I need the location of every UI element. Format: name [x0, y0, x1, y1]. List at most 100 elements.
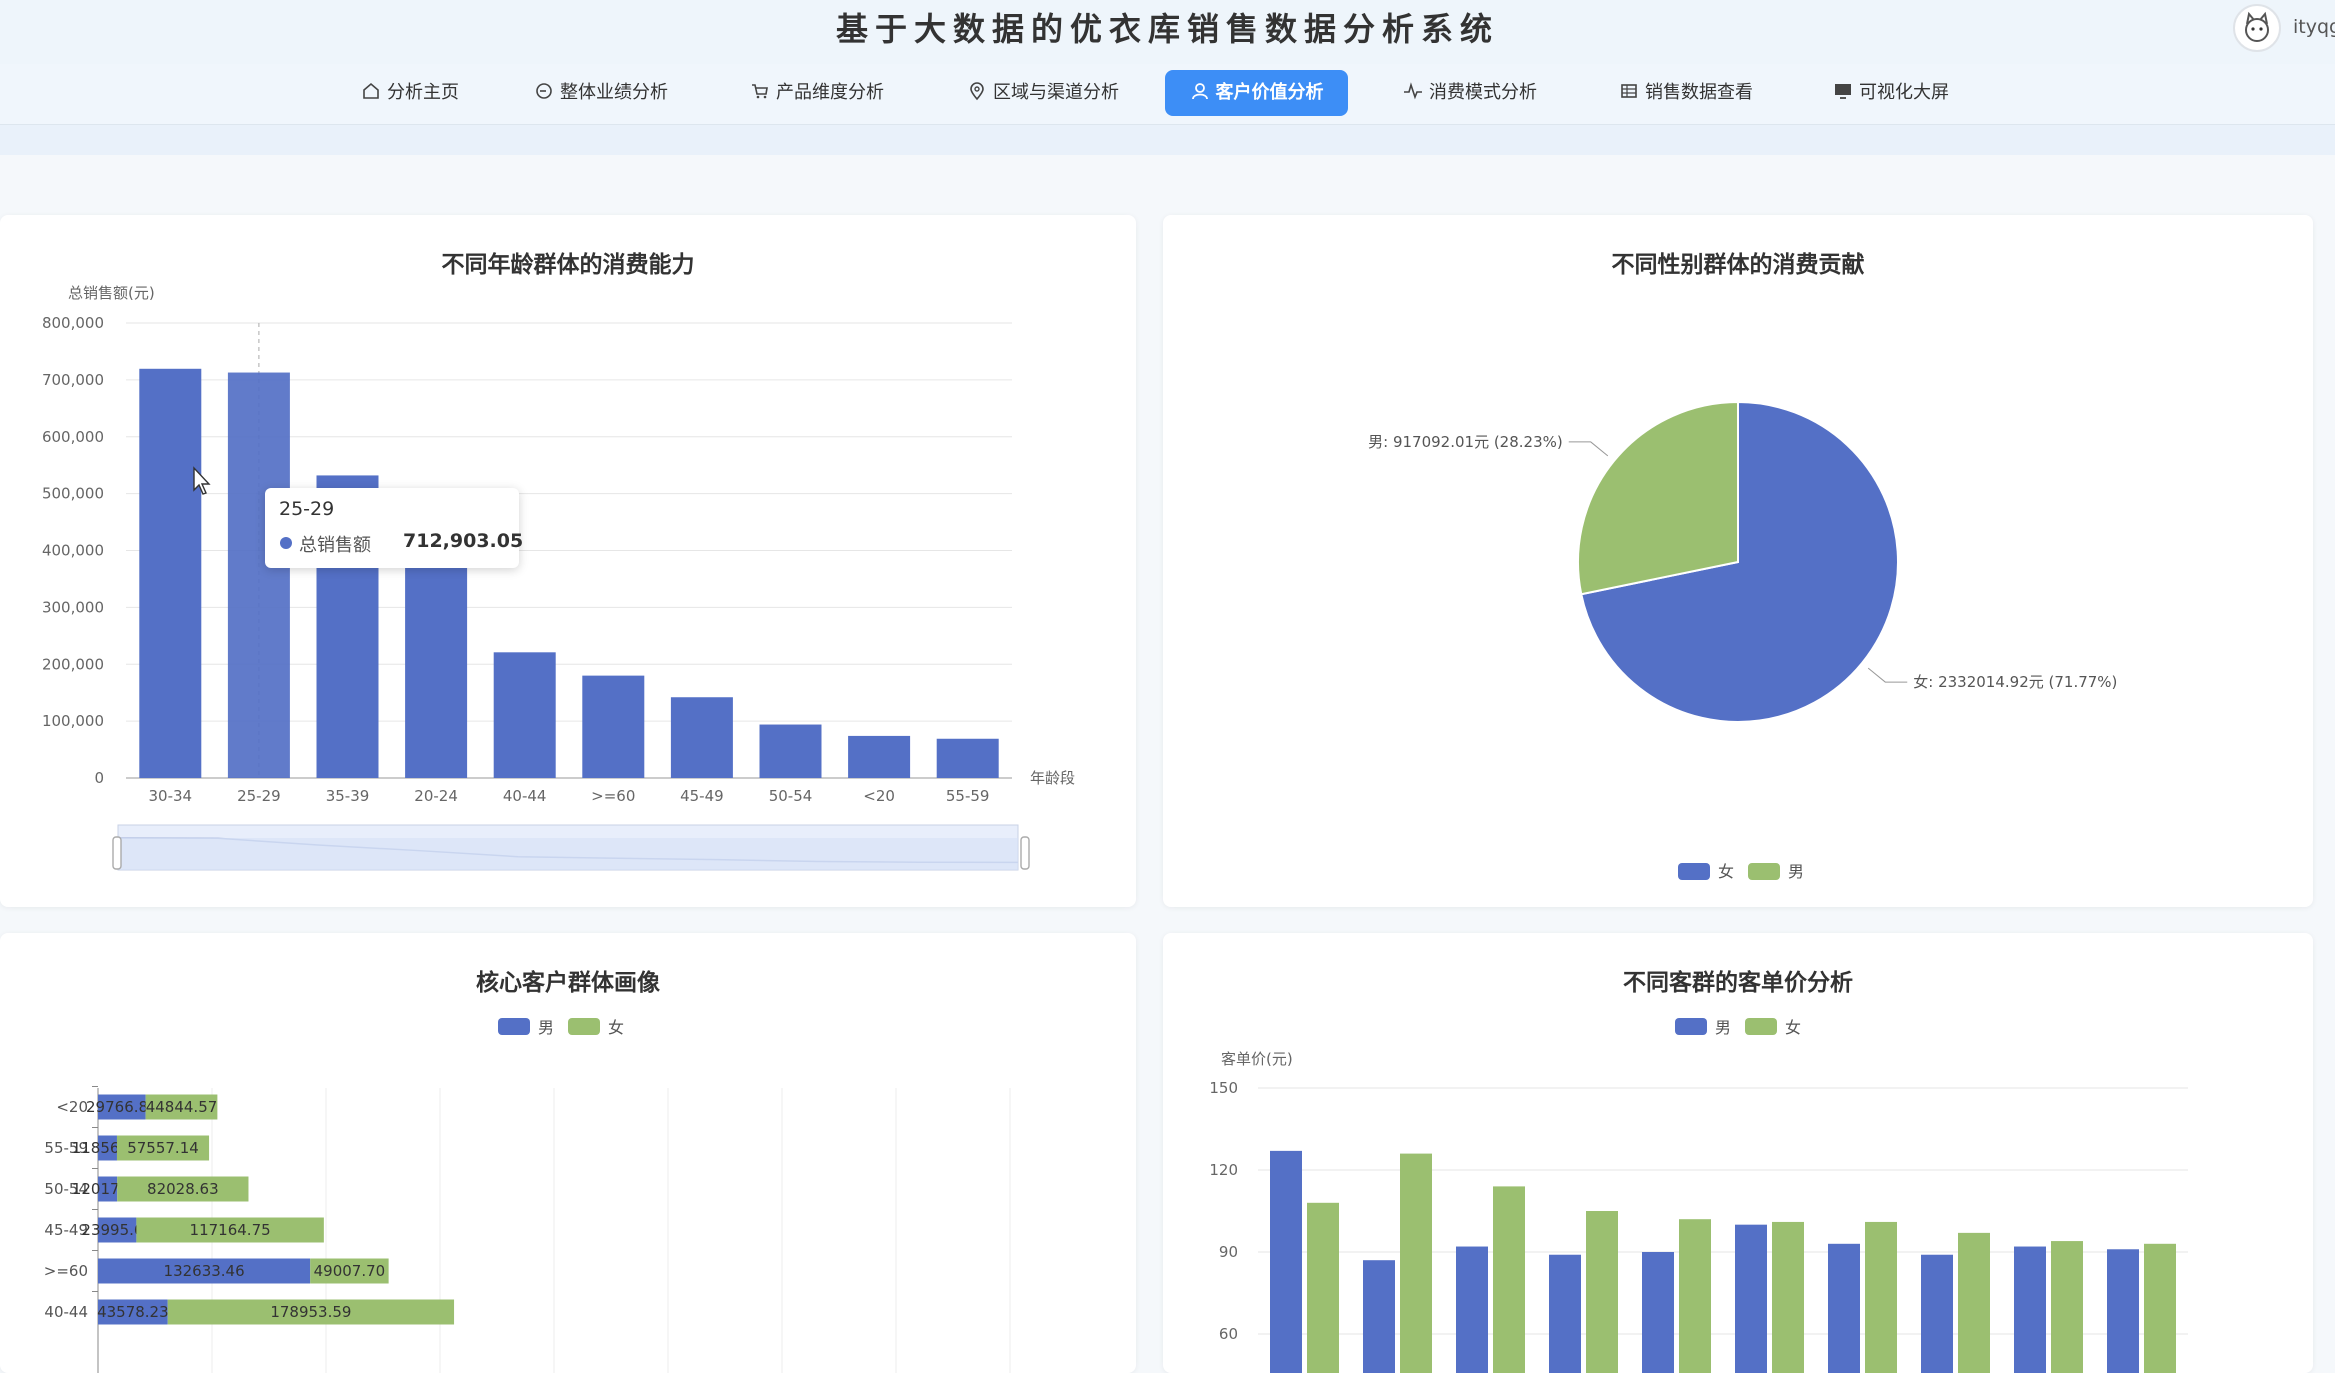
- avatar[interactable]: [2233, 4, 2281, 52]
- bar-50-54: [759, 724, 822, 778]
- y-axis-label: 客单价(元): [1221, 1050, 1293, 1068]
- gender-contribution-card: 不同性别群体的消费贡献 女: 2332014.92元 (71.77%) 男: 91…: [1163, 215, 2313, 907]
- y-tick-label: 100,000: [42, 712, 104, 730]
- nav-item-region[interactable]: 区域与渠道分析: [953, 70, 1133, 116]
- bar-45-49: [670, 697, 733, 778]
- nav-item-big-screen[interactable]: 可视化大屏: [1828, 70, 1954, 116]
- legend-label: 女: [1718, 862, 1734, 881]
- legend-label: 男: [1715, 1018, 1731, 1037]
- bar-男-0: [1270, 1150, 1302, 1373]
- mouse-cursor-icon: [193, 466, 211, 495]
- bar-30-34: [139, 368, 202, 778]
- legend-label: 男: [1788, 862, 1804, 881]
- bar-男-1: [1363, 1260, 1395, 1373]
- bar-女-5: [1772, 1221, 1804, 1373]
- y-tick-label: 400,000: [42, 542, 104, 560]
- nav-spacer-band: [0, 125, 2335, 155]
- nav-label: 整体业绩分析: [560, 82, 668, 103]
- bar-男-3: [1549, 1254, 1581, 1373]
- nav-label: 产品维度分析: [776, 82, 884, 103]
- nav-label: 客户价值分析: [1215, 82, 1324, 103]
- legend-swatch: [498, 1018, 530, 1035]
- bar-男-6: [1828, 1243, 1860, 1373]
- datazoom-handle-right: [1020, 836, 1030, 870]
- bar-value-label: 82028.63: [147, 1180, 219, 1198]
- bar-女-2: [1493, 1186, 1525, 1373]
- bar-value-label: 117164.75: [190, 1221, 271, 1239]
- pie-slice-label: 女: 2332014.92元 (71.77%): [1913, 673, 2117, 691]
- legend-swatch: [1675, 1018, 1707, 1035]
- y-tick-label: 700,000: [42, 371, 104, 389]
- avg-order-value-card: 不同客群的客单价分析 客单价(元) 男女 60 90 120 150: [1163, 933, 2313, 1373]
- nav-label: 销售数据查看: [1645, 82, 1753, 103]
- x-tick-label: 20-24: [414, 787, 458, 805]
- y-tick-label: 90: [1219, 1243, 1238, 1261]
- bar-女-6: [1865, 1221, 1897, 1373]
- bar-value-label: 178953.59: [270, 1303, 351, 1321]
- username[interactable]: ityqg: [2293, 16, 2335, 38]
- bar-男-5: [1735, 1224, 1767, 1373]
- nav-item-product[interactable]: 产品维度分析: [737, 70, 897, 116]
- avg-order-value-chart[interactable]: 客单价(元) 男 女 60 90 120 150: [1163, 933, 2313, 1373]
- x-tick-label: 50-54: [769, 787, 813, 805]
- cat-avatar-icon: [2245, 11, 2269, 42]
- x-tick-label: 25-29: [237, 787, 281, 805]
- x-tick-label: 30-34: [149, 787, 193, 805]
- refresh-icon: [536, 83, 552, 99]
- pie-slice-label: 男: 917092.01元 (28.23%): [1368, 433, 1563, 451]
- bar-男-2: [1456, 1246, 1488, 1373]
- pie-label-line: [1867, 667, 1908, 683]
- x-tick-label: <20: [863, 787, 895, 805]
- nav-label: 区域与渠道分析: [993, 82, 1119, 103]
- y-tick-label: >=60: [44, 1262, 88, 1280]
- table-icon: [1621, 84, 1637, 98]
- x-tick-label: >=60: [591, 787, 635, 805]
- datazoom-selected-range: [118, 838, 1018, 870]
- nav-item-home[interactable]: 分析主页: [345, 70, 475, 116]
- x-tick-label: 45-49: [680, 787, 724, 805]
- legend-swatch: [1745, 1018, 1777, 1035]
- legend-swatch: [568, 1018, 600, 1035]
- system-title: 基于大数据的优衣库销售数据分析系统: [835, 10, 1499, 48]
- tooltip-series-dot: [280, 537, 292, 549]
- x-tick-label: 35-39: [326, 787, 370, 805]
- nav-label: 可视化大屏: [1859, 82, 1949, 103]
- bar-女-3: [1586, 1211, 1618, 1373]
- chart-tooltip: 25-29 总销售额 712,903.05: [265, 488, 523, 568]
- nav-item-data-view[interactable]: 销售数据查看: [1614, 70, 1758, 116]
- y-tick-label: 150: [1209, 1079, 1238, 1097]
- main-nav: 分析主页 整体业绩分析 产品维度分析 区域与渠道分析 客户价值分析 消费模式分析…: [0, 64, 2335, 125]
- core-customer-card: 核心客户群体画像 男女 <20 29766.88 44844.57 55-59 11856…: [0, 933, 1136, 1373]
- age-bar-chart[interactable]: 总销售额(元) 年龄段 0 100,000 200,000 300,000 400,00…: [0, 215, 1136, 907]
- legend-swatch: [1678, 863, 1710, 880]
- y-axis-label: 总销售额(元): [68, 284, 155, 302]
- legend-label: 女: [1785, 1018, 1801, 1037]
- nav-item-overall[interactable]: 整体业绩分析: [521, 70, 681, 116]
- x-axis-label: 年龄段: [1030, 769, 1075, 787]
- monitor-icon: [1835, 84, 1851, 99]
- y-tick-label: 120: [1209, 1161, 1238, 1179]
- pie-label-line: [1568, 441, 1609, 457]
- nav-label: 消费模式分析: [1429, 82, 1537, 103]
- datazoom-handle-left: [112, 836, 122, 870]
- nav-label: 分析主页: [387, 82, 459, 103]
- nav-item-customer-value[interactable]: 客户价值分析: [1165, 70, 1348, 116]
- y-tick-label: 800,000: [42, 314, 104, 332]
- bar-value-label: 49007.70: [314, 1262, 386, 1280]
- x-tick-label: 55-59: [946, 787, 990, 805]
- bar-value-label: 44844.57: [146, 1098, 218, 1116]
- y-tick-label: 200,000: [42, 655, 104, 673]
- y-tick-label: <20: [56, 1098, 88, 1116]
- nav-item-pattern[interactable]: 消费模式分析: [1398, 70, 1542, 116]
- y-tick-label: 0: [94, 769, 104, 787]
- legend-label: 男: [538, 1018, 554, 1037]
- location-pin-icon: [970, 82, 984, 101]
- y-tick-label: 500,000: [42, 485, 104, 503]
- app-header: 基于大数据的优衣库销售数据分析系统 ityqg: [0, 0, 2335, 65]
- pie-slice-男: [1577, 400, 1739, 596]
- user-icon: [1191, 83, 1208, 100]
- gender-pie-chart[interactable]: 女: 2332014.92元 (71.77%) 男: 917092.01元 (28…: [1163, 215, 2313, 907]
- core-customer-bar-chart[interactable]: 男女<2029766.8844844.5755-5911856.7557557.…: [0, 933, 1136, 1373]
- bar-女-9: [2144, 1243, 2176, 1373]
- bar-男-4: [1642, 1252, 1674, 1373]
